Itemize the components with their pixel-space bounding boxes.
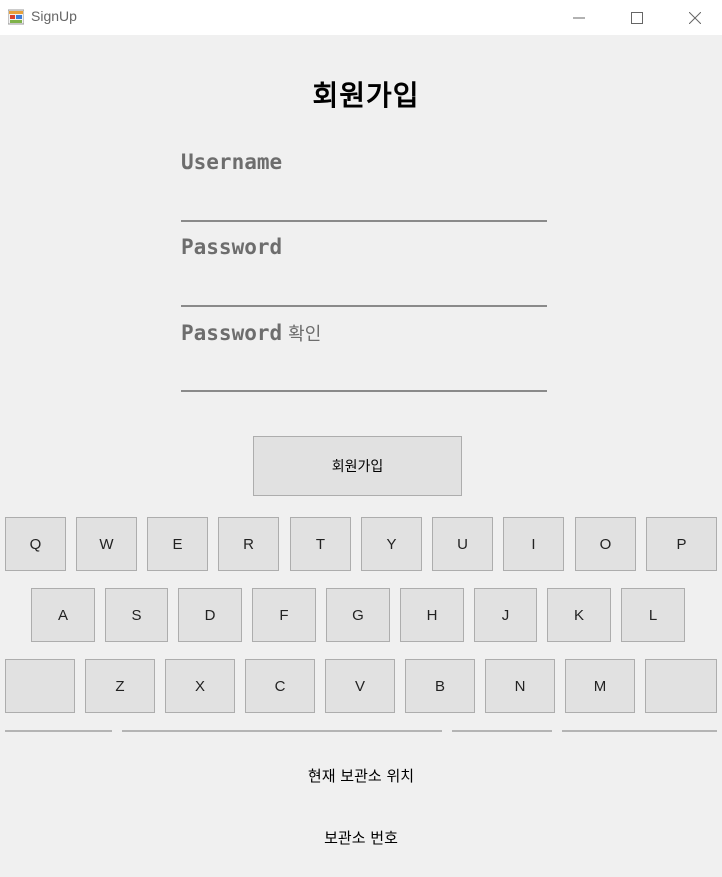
key-g[interactable]: G bbox=[326, 588, 390, 642]
key-h[interactable]: H bbox=[400, 588, 464, 642]
key-x[interactable]: X bbox=[165, 659, 235, 713]
key-o[interactable]: O bbox=[575, 517, 636, 571]
close-icon bbox=[689, 11, 701, 24]
key-p[interactable]: P bbox=[646, 517, 717, 571]
current-locker-location-label: 현재 보관소 위치 bbox=[307, 767, 415, 785]
key-e[interactable]: E bbox=[147, 517, 208, 571]
window-title: SignUp bbox=[31, 8, 77, 24]
confirm-password-input[interactable] bbox=[181, 362, 547, 392]
key-b[interactable]: B bbox=[405, 659, 475, 713]
key-w[interactable]: W bbox=[76, 517, 137, 571]
key-j[interactable]: J bbox=[474, 588, 537, 642]
key-f[interactable]: F bbox=[252, 588, 316, 642]
key-y[interactable]: Y bbox=[361, 517, 422, 571]
key-s[interactable]: S bbox=[105, 588, 168, 642]
key-c[interactable]: C bbox=[245, 659, 315, 713]
minimize-icon bbox=[573, 17, 585, 18]
minimize-button[interactable] bbox=[550, 0, 608, 35]
username-label: Username bbox=[181, 150, 283, 174]
locker-number-label: 보관소 번호 bbox=[324, 829, 398, 847]
divider-line bbox=[452, 730, 552, 732]
close-button[interactable] bbox=[666, 0, 722, 35]
key-n[interactable]: N bbox=[485, 659, 555, 713]
key-l[interactable]: L bbox=[621, 588, 685, 642]
title-bar: SignUp bbox=[0, 0, 722, 35]
confirm-password-label-main: Password bbox=[181, 321, 283, 345]
divider-line bbox=[122, 730, 442, 732]
maximize-icon bbox=[631, 11, 643, 24]
key-a[interactable]: A bbox=[31, 588, 95, 642]
maximize-button[interactable] bbox=[608, 0, 666, 35]
key-blank-right[interactable] bbox=[645, 659, 717, 713]
app-window-icon bbox=[8, 9, 24, 25]
key-m[interactable]: M bbox=[565, 659, 635, 713]
confirm-password-label-suffix: 확인 bbox=[288, 324, 322, 345]
signup-title: 회원가입 bbox=[312, 79, 420, 112]
key-t[interactable]: T bbox=[290, 517, 351, 571]
key-d[interactable]: D bbox=[178, 588, 242, 642]
key-q[interactable]: Q bbox=[5, 517, 66, 571]
key-r[interactable]: R bbox=[218, 517, 279, 571]
key-blank-left[interactable] bbox=[5, 659, 75, 713]
key-k[interactable]: K bbox=[547, 588, 611, 642]
signup-button[interactable]: 회원가입 bbox=[253, 436, 462, 496]
divider-line bbox=[562, 730, 717, 732]
key-i[interactable]: I bbox=[503, 517, 564, 571]
key-u[interactable]: U bbox=[432, 517, 493, 571]
password-label: Password bbox=[181, 235, 283, 259]
password-input[interactable] bbox=[181, 277, 547, 307]
key-v[interactable]: V bbox=[325, 659, 395, 713]
key-z[interactable]: Z bbox=[85, 659, 155, 713]
confirm-password-label: Password 확인 bbox=[181, 320, 321, 346]
divider-line bbox=[5, 730, 112, 732]
username-input[interactable] bbox=[181, 192, 547, 222]
